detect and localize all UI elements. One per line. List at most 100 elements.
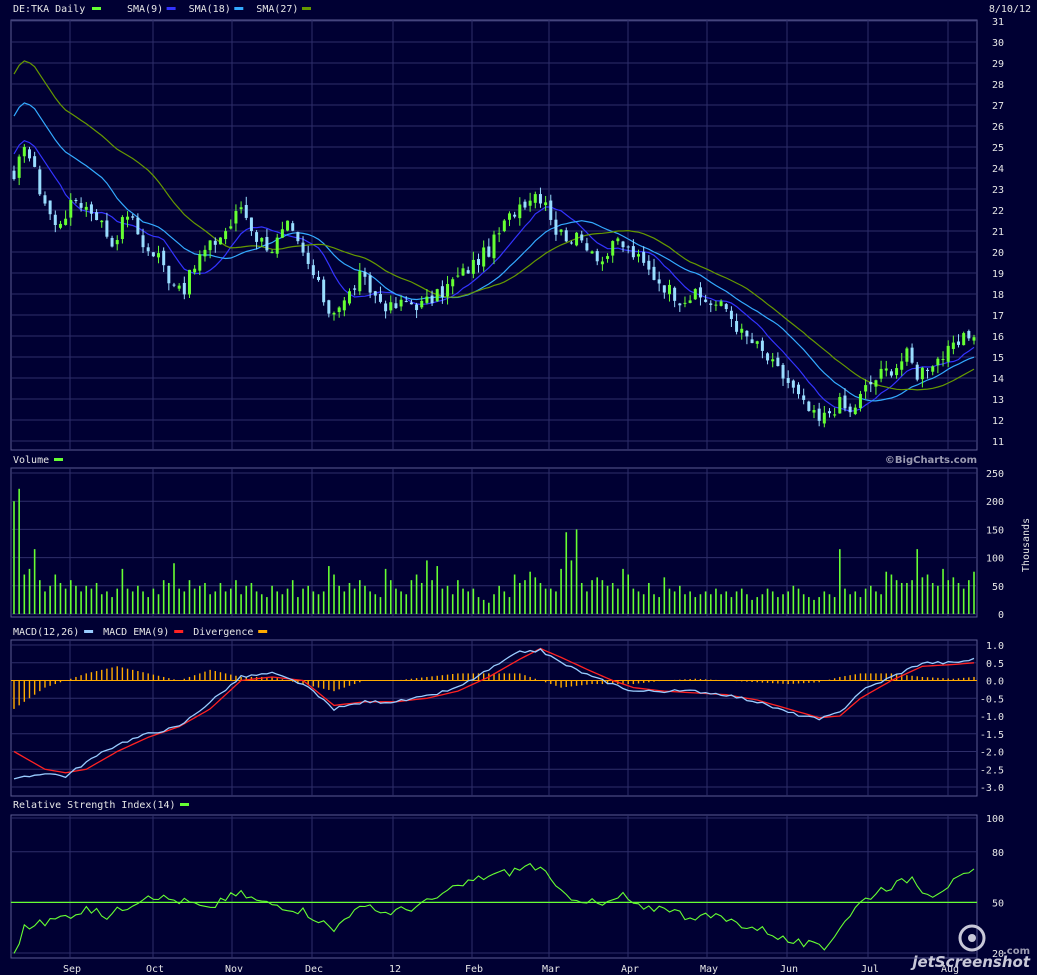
- price-y-tick: 22: [992, 206, 1004, 217]
- candle-body: [280, 229, 284, 238]
- candle-body: [606, 256, 610, 259]
- price-y-tick: 17: [992, 311, 1004, 322]
- candle-body: [709, 303, 713, 305]
- macd-legend-label: MACD(12,26): [13, 627, 79, 638]
- candle-body: [760, 340, 764, 351]
- candle-body: [926, 369, 930, 372]
- candle-body: [936, 358, 940, 366]
- candle-body: [833, 414, 837, 416]
- candle-body: [291, 223, 295, 231]
- candle-body: [471, 259, 475, 274]
- candle-body: [513, 214, 517, 217]
- candle-body: [337, 307, 341, 313]
- candle-body: [461, 268, 465, 276]
- candle-body: [177, 285, 181, 289]
- candle-body: [523, 201, 527, 208]
- price-y-tick: 14: [992, 374, 1004, 385]
- legend-sma-label: SMA(18): [189, 4, 231, 15]
- candle-body: [590, 251, 594, 254]
- candle-body: [631, 246, 635, 258]
- volume-unit-label: Thousands: [1021, 518, 1032, 572]
- price-y-tick: 25: [992, 143, 1004, 154]
- price-y-tick: 12: [992, 416, 1004, 427]
- logo-sub: .com: [1003, 946, 1030, 957]
- legend-sma-swatch: [234, 7, 244, 10]
- legend-sma-swatch: [302, 7, 311, 10]
- candle-body: [518, 204, 522, 219]
- candle-body: [502, 220, 506, 232]
- macd-legend-swatch: [258, 630, 268, 633]
- volume-y-tick: 50: [992, 582, 1004, 593]
- ticker-label: DE:TKA Daily: [13, 4, 85, 15]
- candle-body: [637, 254, 641, 257]
- candle-body: [786, 378, 790, 383]
- macd-legend-swatch: [174, 630, 184, 633]
- candle-body: [17, 156, 21, 178]
- macd-legend-label: MACD EMA(9): [103, 627, 169, 638]
- candle-body: [647, 260, 651, 270]
- price-y-tick: 20: [992, 248, 1004, 259]
- candle-body: [363, 271, 367, 277]
- candle-body: [507, 213, 511, 220]
- x-month-label: Dec: [305, 964, 323, 975]
- candle-body: [440, 286, 444, 298]
- candle-body: [131, 216, 135, 218]
- candle-body: [43, 195, 47, 204]
- candle-body: [84, 206, 88, 210]
- volume-y-tick: 150: [986, 525, 1004, 536]
- candle-body: [575, 232, 579, 246]
- price-y-tick: 13: [992, 395, 1004, 406]
- rsi-label: Relative Strength Index(14): [13, 800, 176, 811]
- candle-body: [781, 364, 785, 379]
- candle-body: [105, 220, 109, 237]
- candle-body: [456, 275, 460, 277]
- candle-body: [146, 247, 150, 252]
- candle-body: [110, 237, 114, 247]
- candle-body: [864, 385, 868, 392]
- candle-body: [642, 251, 646, 263]
- candle-body: [931, 366, 935, 372]
- candle-body: [224, 231, 228, 240]
- candle-body: [451, 279, 455, 287]
- candle-body: [812, 410, 816, 413]
- rsi-y-tick: 100: [986, 814, 1004, 825]
- candle-body: [951, 342, 955, 349]
- macd-y-tick: -3.0: [980, 783, 1004, 794]
- candle-body: [38, 169, 42, 195]
- candle-body: [714, 304, 718, 306]
- candle-body: [657, 279, 661, 284]
- candle-body: [580, 234, 584, 241]
- candle-body: [538, 194, 542, 204]
- macd-legend-swatch: [84, 630, 94, 633]
- candle-body: [296, 232, 300, 242]
- rsi-frame: [10, 814, 978, 959]
- candle-body: [879, 368, 883, 379]
- candle-body: [187, 269, 191, 295]
- candle-body: [420, 300, 424, 308]
- candle-body: [858, 393, 862, 409]
- candle-body: [239, 207, 243, 210]
- x-month-label: Mar: [542, 964, 560, 975]
- candle-body: [533, 194, 537, 203]
- candle-body: [626, 246, 630, 248]
- candle-body: [275, 237, 279, 254]
- volume-label: Volume: [13, 455, 49, 466]
- candle-body: [900, 361, 904, 370]
- candle-body: [33, 156, 37, 167]
- candle-body: [569, 242, 573, 244]
- candle-body: [724, 304, 728, 310]
- candle-body: [564, 230, 568, 242]
- candle-body: [342, 300, 346, 311]
- candle-body: [435, 289, 439, 302]
- x-month-label: Sep: [63, 964, 81, 975]
- candle-body: [141, 235, 145, 248]
- candle-body: [719, 301, 723, 306]
- candle-body: [915, 364, 919, 380]
- candle-body: [53, 214, 57, 226]
- volume-y-tick: 100: [986, 554, 1004, 565]
- candle-body: [477, 258, 481, 265]
- candle-body: [172, 284, 176, 286]
- macd-legend-label: Divergence: [193, 627, 253, 638]
- x-month-label: May: [700, 964, 718, 975]
- candle-body: [322, 279, 326, 303]
